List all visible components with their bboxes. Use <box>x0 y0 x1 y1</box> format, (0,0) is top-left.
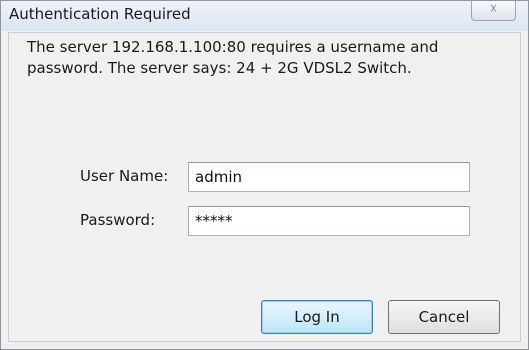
dialog-title: Authentication Required <box>9 5 191 23</box>
password-input[interactable] <box>188 206 470 236</box>
auth-message: The server 192.168.1.100:80 requires a u… <box>27 38 439 77</box>
close-button[interactable]: ☓ <box>471 1 516 21</box>
username-input[interactable] <box>188 162 470 192</box>
auth-dialog: Authentication Required ☓ The server 192… <box>0 0 529 350</box>
password-label: Password: <box>80 211 156 229</box>
cancel-button[interactable]: Cancel <box>388 300 500 334</box>
username-label: User Name: <box>80 167 169 185</box>
login-button[interactable]: Log In <box>261 300 373 334</box>
close-icon: ☓ <box>490 2 497 17</box>
title-bar[interactable]: Authentication Required ☓ <box>1 1 528 31</box>
